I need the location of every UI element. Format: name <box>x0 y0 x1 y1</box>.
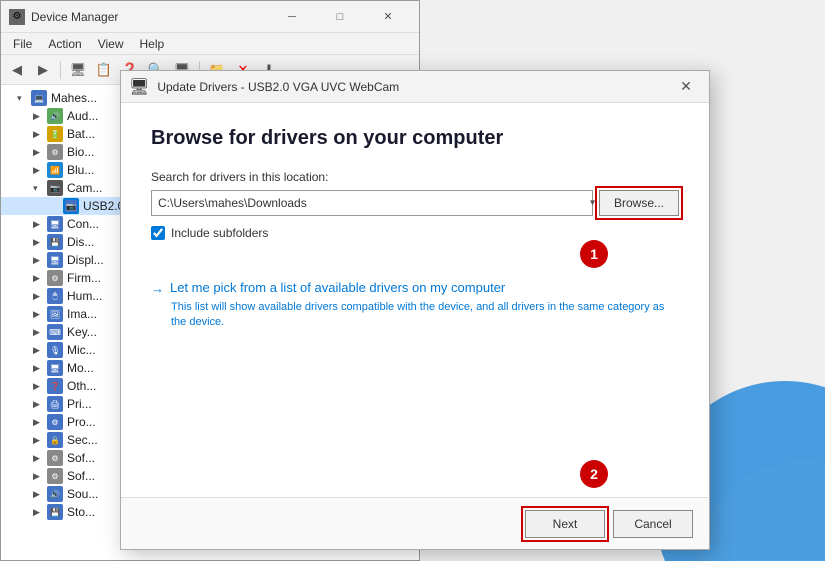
toolbar-separator-1 <box>60 61 61 79</box>
dialog-title-bar: 🖥 Update Drivers - USB2.0 VGA UVC WebCam… <box>121 71 709 103</box>
item-icon: 🎙 <box>47 342 63 358</box>
close-button[interactable]: ✕ <box>365 1 411 33</box>
computer-icon[interactable]: 🖥 <box>66 59 90 81</box>
browse-button[interactable]: Browse... <box>599 190 679 216</box>
item-icon: ⌨ <box>47 324 63 340</box>
computer-icon: 💻 <box>31 90 47 106</box>
next-button[interactable]: Next <box>525 510 605 538</box>
dialog-body: Browse for drivers on your computer Sear… <box>121 103 709 497</box>
dialog-title-section: 🖥 Update Drivers - USB2.0 VGA UVC WebCam <box>129 77 399 97</box>
badge-1: 1 <box>580 240 608 268</box>
item-icon: 🔒 <box>47 432 63 448</box>
item-icon: ⚙ <box>47 468 63 484</box>
device-manager-icon: ⚙ <box>9 9 25 25</box>
item-icon: ⚙ <box>47 414 63 430</box>
pick-link-description: This list will show available drivers co… <box>171 300 679 331</box>
item-icon: 🖥 <box>47 360 63 376</box>
search-label: Search for drivers in this location: <box>151 170 679 184</box>
item-icon: ⚙ <box>47 144 63 160</box>
item-icon: 🔋 <box>47 126 63 142</box>
item-icon: 🖥 <box>47 252 63 268</box>
dialog-close-button[interactable]: ✕ <box>671 72 701 102</box>
dialog-title: Update Drivers - USB2.0 VGA UVC WebCam <box>157 80 399 94</box>
item-icon: 🖱 <box>47 288 63 304</box>
path-input-row: ▾ Browse... <box>151 190 679 216</box>
menu-view[interactable]: View <box>90 35 132 53</box>
item-icon: 🖼 <box>47 306 63 322</box>
item-icon: 📶 <box>47 162 63 178</box>
update-drivers-dialog: 🖥 Update Drivers - USB2.0 VGA UVC WebCam… <box>120 70 710 550</box>
item-icon: 💾 <box>47 504 63 520</box>
cancel-button[interactable]: Cancel <box>613 510 693 538</box>
item-icon: 🖨 <box>47 396 63 412</box>
pick-link[interactable]: → Let me pick from a list of available d… <box>151 280 679 296</box>
item-icon: 💾 <box>47 234 63 250</box>
badge-2: 2 <box>580 460 608 488</box>
back-button[interactable]: ◀ <box>5 59 29 81</box>
driver-dialog-icon: 🖥 <box>129 77 149 97</box>
pick-link-section: → Let me pick from a list of available d… <box>151 280 679 331</box>
window-title: Device Manager <box>31 10 269 24</box>
path-input[interactable] <box>151 190 593 216</box>
menu-file[interactable]: File <box>5 35 40 53</box>
maximize-button[interactable]: □ <box>317 1 363 33</box>
include-subfolders-label: Include subfolders <box>171 226 268 240</box>
include-subfolders-checkbox[interactable] <box>151 226 165 240</box>
item-icon: 🔊 <box>47 486 63 502</box>
pick-link-arrow-icon: → <box>151 281 164 296</box>
menu-action[interactable]: Action <box>40 35 89 53</box>
item-icon: ⚙ <box>47 450 63 466</box>
item-icon: 🖥 <box>47 216 63 232</box>
title-bar: ⚙ Device Manager ─ □ ✕ <box>1 1 419 33</box>
forward-button[interactable]: ▶ <box>31 59 55 81</box>
dialog-footer: Next Cancel <box>121 497 709 549</box>
pick-link-text: Let me pick from a list of available dri… <box>170 280 505 295</box>
menu-help[interactable]: Help <box>132 35 173 53</box>
menu-bar: File Action View Help <box>1 33 419 55</box>
item-icon: ⚙ <box>47 270 63 286</box>
title-bar-controls: ─ □ ✕ <box>269 1 411 33</box>
properties-icon[interactable]: 📋 <box>92 59 116 81</box>
dialog-heading: Browse for drivers on your computer <box>151 127 679 150</box>
webcam-icon: 📷 <box>63 198 79 214</box>
item-icon: 🔊 <box>47 108 63 124</box>
item-icon: 📷 <box>47 180 63 196</box>
minimize-button[interactable]: ─ <box>269 1 315 33</box>
include-subfolders-row: Include subfolders <box>151 226 679 240</box>
item-icon: ❓ <box>47 378 63 394</box>
